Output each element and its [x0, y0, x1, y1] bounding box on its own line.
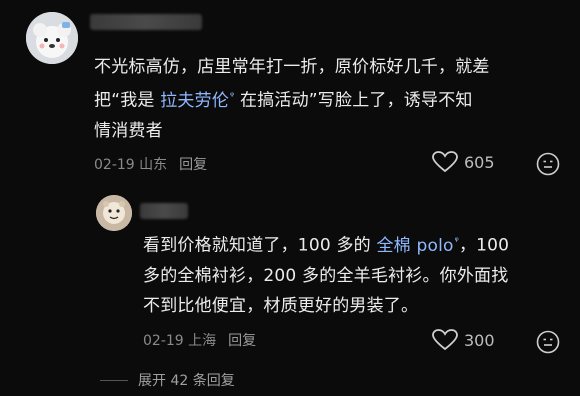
search-link[interactable]: 全棉 poloᵠ — [376, 236, 458, 256]
avatar[interactable] — [96, 195, 132, 231]
comment-date: 02-19 上海 — [143, 333, 217, 349]
comment-text-segment: 在搞活动”写脸上了，诱导不知 — [234, 90, 473, 111]
like-button[interactable]: 605 — [432, 151, 495, 173]
comment-text-segment: 看到价格就知道了，100 多的 — [143, 235, 377, 256]
divider — [100, 379, 128, 381]
comment-date: 02-19 山东 — [94, 157, 168, 173]
heart-icon — [432, 329, 458, 351]
comment-line: 多的全棉衬衫，200 多的全羊毛衬衫。你外面找 — [143, 265, 509, 286]
link-text[interactable]: 拉夫劳伦 — [160, 91, 229, 111]
link-text[interactable]: 全棉 polo — [376, 236, 453, 256]
comment-line: 不到比他便宜，材质更好的男装了。 — [143, 295, 419, 316]
comment-line: 不光标高仿，店里常年打一折，原价标好几千，就差 — [94, 57, 490, 77]
heart-icon — [432, 151, 458, 173]
search-link[interactable]: 拉夫劳伦ᵠ — [160, 91, 234, 111]
comment-text: 不光标高仿，店里常年打一折，原价标好几千，就差 把“我是 拉夫劳伦ᵠ 在搞活动”… — [94, 52, 564, 146]
like-count: 605 — [464, 152, 495, 172]
comment-line: 情消费者 — [94, 120, 163, 141]
comment-meta: 02-19 山东 回复 — [94, 154, 207, 174]
username[interactable] — [90, 14, 202, 30]
smiley-icon[interactable] — [536, 330, 560, 354]
avatar[interactable] — [26, 12, 78, 64]
like-count: 300 — [464, 330, 495, 350]
comment-text: 看到价格就知道了，100 多的 全棉 poloᵠ，100 多的全棉衬衫，200 … — [143, 227, 573, 321]
comment-text-segment: 把“我是 — [94, 90, 161, 111]
comment-text-segment: ，100 — [458, 235, 510, 256]
smiley-icon[interactable] — [536, 152, 560, 176]
comment-meta: 02-19 上海 回复 — [143, 330, 256, 350]
comment-line: 把“我是 拉夫劳伦ᵠ 在搞活动”写脸上了，诱导不知 — [94, 82, 564, 116]
comment-line: 看到价格就知道了，100 多的 全棉 poloᵠ，100 — [143, 227, 573, 261]
like-button[interactable]: 300 — [432, 329, 495, 351]
expand-replies-label[interactable]: 展开 42 条回复 — [138, 370, 235, 390]
expand-replies-button[interactable]: 展开 42 条回复 — [100, 370, 235, 390]
reply-button[interactable]: 回复 — [179, 154, 207, 174]
username[interactable] — [140, 203, 188, 219]
reply-button[interactable]: 回复 — [228, 330, 256, 350]
